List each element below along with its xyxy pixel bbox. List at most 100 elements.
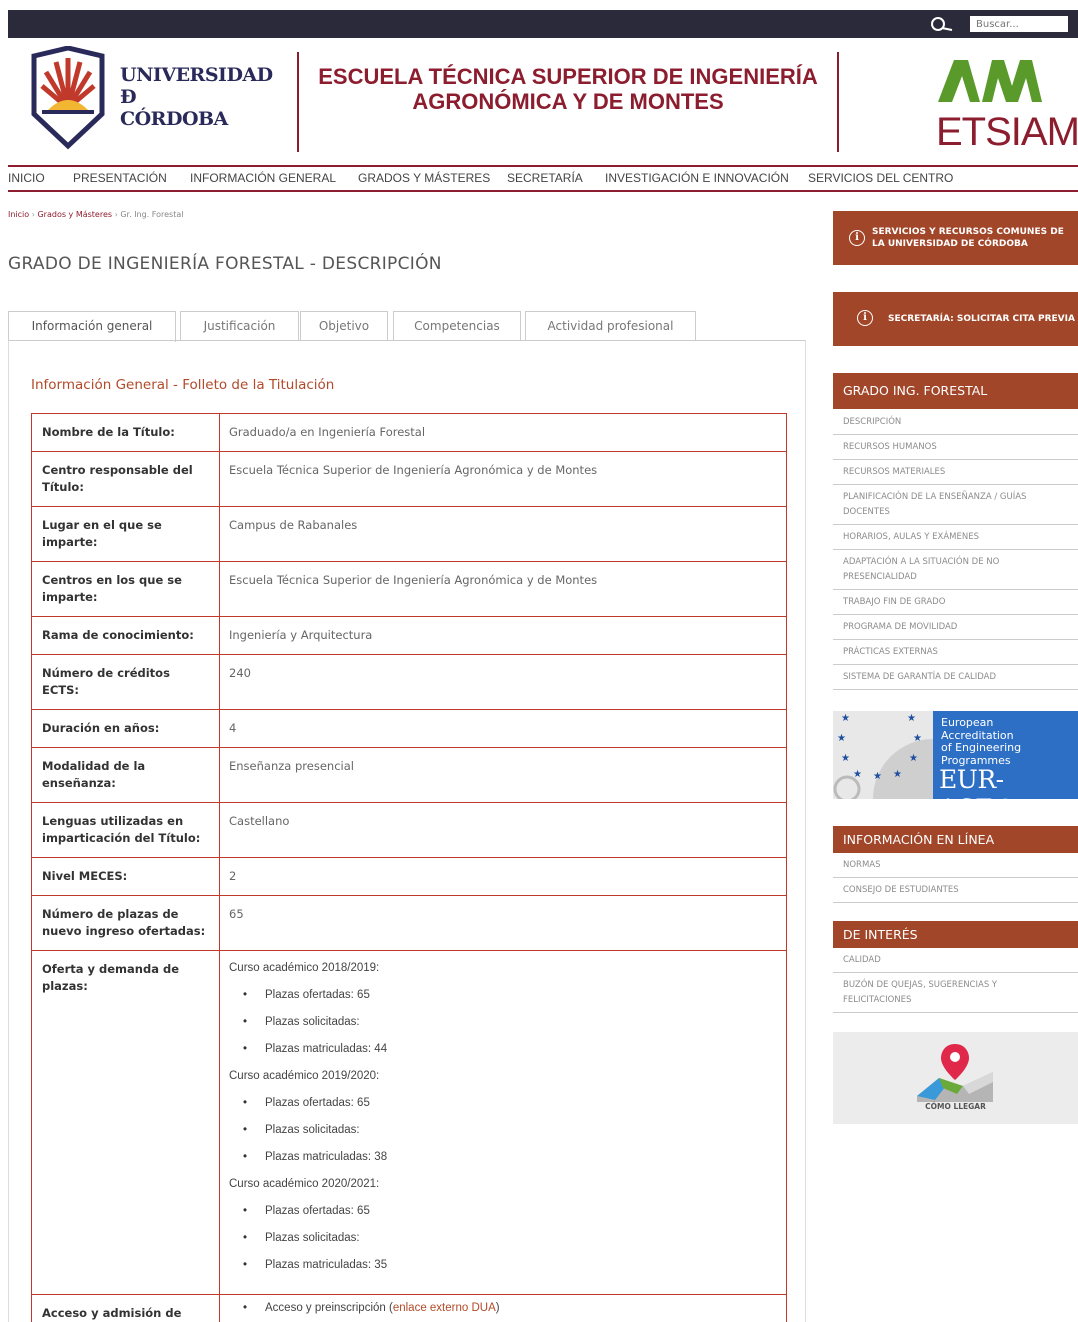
- sidebar-item-movilidad[interactable]: PROGRAMA DE MOVILIDAD: [833, 615, 1078, 640]
- uco-line-1: UNIVERSIDAD: [120, 64, 273, 86]
- curso-list: Plazas ofertadas: 65 Plazas solicitadas:…: [229, 1198, 777, 1279]
- tab-informacion-general[interactable]: Información general: [8, 311, 176, 342]
- dua-link[interactable]: enlace externo DUA: [393, 1302, 496, 1314]
- tab-actividad-profesional[interactable]: Actividad profesional: [525, 311, 696, 341]
- breadcrumb-separator: ›: [114, 210, 118, 219]
- servicios-comunes-button[interactable]: i SERVICIOS Y RECURSOS COMUNES DE LA UNI…: [833, 211, 1078, 265]
- info-icon: i: [857, 310, 873, 326]
- nav-inicio[interactable]: INICIO: [8, 171, 45, 185]
- table-row: Número de plazas de nuevo ingreso oferta…: [31, 895, 787, 951]
- como-llegar-banner[interactable]: CÓMO LLEGAR: [833, 1032, 1078, 1124]
- acceso-value: Acceso y preinscripción (enlace externo …: [219, 1294, 787, 1322]
- table-row: Centro responsable del Título: Escuela T…: [31, 451, 787, 507]
- list-item: Plazas ofertadas: 65: [229, 982, 777, 1009]
- table-row: Nivel MECES: 2: [31, 857, 787, 896]
- eurace-caption: European Accreditation of Engineering Pr…: [941, 716, 1022, 767]
- curso-list: Plazas ofertadas: 65 Plazas solicitadas:…: [229, 982, 777, 1063]
- table-row: Acceso y admisión de Acceso y preinscrip…: [31, 1294, 787, 1322]
- list-item: Plazas solicitadas:: [229, 1225, 777, 1252]
- row-value: Castellano: [219, 802, 787, 858]
- university-name: UNIVERSIDAD Đ CÓRDOBA: [120, 64, 273, 130]
- table-row: Lenguas utilizadas en imparticación del …: [31, 802, 787, 858]
- table-row: Centros en los que se imparte: Escuela T…: [31, 561, 787, 617]
- sidebar-item-buzon[interactable]: BUZÓN DE QUEJAS, SUGERENCIAS Y FELICITAC…: [833, 973, 1078, 1013]
- row-label: Modalidad de la enseñanza:: [31, 747, 220, 803]
- row-value: 4: [219, 709, 787, 748]
- section-title[interactable]: Información General - Folleto de la Titu…: [31, 377, 334, 393]
- tab-competencias[interactable]: Competencias: [393, 311, 521, 341]
- sidebar-item-tfg[interactable]: TRABAJO FIN DE GRADO: [833, 590, 1078, 615]
- breadcrumb-grados[interactable]: Grados y Másteres: [37, 210, 112, 219]
- row-value: Graduado/a en Ingeniería Forestal: [219, 413, 787, 452]
- table-row: Duración en años: 4: [31, 709, 787, 748]
- curso-label: Curso académico 2018/2019:: [229, 962, 380, 974]
- acceso-list: Acceso y preinscripción (enlace externo …: [229, 1295, 777, 1322]
- tab-justificacion[interactable]: Justificación: [180, 311, 299, 341]
- row-value: Escuela Técnica Superior de Ingeniería A…: [219, 451, 787, 507]
- breadcrumb-separator: ›: [31, 210, 35, 219]
- table-row: Número de créditos ECTS: 240: [31, 654, 787, 710]
- breadcrumb-home[interactable]: Inicio: [8, 210, 29, 219]
- gear-stars-icon: ★ ★ ★ ★ ★ ★ ★ ★ ★: [833, 711, 933, 799]
- list-item: Plazas solicitadas:: [229, 1117, 777, 1144]
- row-value: 65: [219, 895, 787, 951]
- eurace-line: European: [941, 716, 994, 729]
- nav-investigacion[interactable]: INVESTIGACIÓN E INNOVACIÓN: [605, 171, 789, 185]
- svg-text:★: ★: [913, 733, 922, 744]
- curso-list: Plazas ofertadas: 65 Plazas solicitadas:…: [229, 1090, 777, 1171]
- list-item: Plazas ofertadas: 65: [229, 1090, 777, 1117]
- cita-previa-button[interactable]: i SECRETARÍA: SOLICITAR CITA PREVIA: [833, 292, 1078, 346]
- nav-informacion-general[interactable]: INFORMACIÓN GENERAL: [190, 171, 336, 185]
- grado-menu: DESCRIPCIÓN RECURSOS HUMANOS RECURSOS MA…: [833, 410, 1078, 690]
- sidebar-item-recursos-humanos[interactable]: RECURSOS HUMANOS: [833, 435, 1078, 460]
- row-value: Enseñanza presencial: [219, 747, 787, 803]
- search-input[interactable]: [970, 16, 1068, 32]
- nav-secretaria[interactable]: SECRETARÍA: [507, 171, 583, 185]
- school-title: ESCUELA TÉCNICA SUPERIOR DE INGENIERÍA A…: [318, 64, 818, 114]
- sidebar-item-adaptacion[interactable]: ADAPTACIÓN A LA SITUACIÓN DE NO PRESENCI…: [833, 550, 1078, 590]
- sidebar-item-descripcion[interactable]: DESCRIPCIÓN: [833, 410, 1078, 435]
- sidebar-item-normas[interactable]: NORMAS: [833, 853, 1078, 878]
- interes-heading: DE INTERÉS: [833, 921, 1078, 948]
- breadcrumb-current: Gr. Ing. Forestal: [120, 210, 184, 219]
- row-label: Acceso y admisión de: [31, 1294, 220, 1322]
- top-bar: [8, 10, 1078, 38]
- nav-servicios[interactable]: SERVICIOS DEL CENTRO: [808, 171, 953, 185]
- table-row: Rama de conocimiento: Ingeniería y Arqui…: [31, 616, 787, 655]
- eurace-banner[interactable]: ★ ★ ★ ★ ★ ★ ★ ★ ★ European Accreditation…: [833, 711, 1078, 799]
- eurace-line: of Engineering: [941, 741, 1022, 754]
- row-label: Número de créditos ECTS:: [31, 654, 220, 710]
- table-row: Modalidad de la enseñanza: Enseñanza pre…: [31, 747, 787, 803]
- nav-presentacion[interactable]: PRESENTACIÓN: [73, 171, 167, 185]
- site-header: UNIVERSIDAD Đ CÓRDOBA ESCUELA TÉCNICA SU…: [8, 38, 1078, 166]
- info-table: Nombre de la Título: Graduado/a en Ingen…: [31, 413, 787, 1322]
- oferta-value: Curso académico 2018/2019: Plazas oferta…: [219, 950, 787, 1295]
- sidebar-item-calidad[interactable]: CALIDAD: [833, 948, 1078, 973]
- row-label: Centros en los que se imparte:: [31, 561, 220, 617]
- grado-heading: GRADO ING. FORESTAL: [833, 373, 1078, 409]
- row-value: 240: [219, 654, 787, 710]
- search-icon[interactable]: [928, 14, 954, 34]
- row-value: Campus de Rabanales: [219, 506, 787, 562]
- sidebar-item-practicas[interactable]: PRÁCTICAS EXTERNAS: [833, 640, 1078, 665]
- info-icon: i: [849, 230, 865, 246]
- tab-content: Información General - Folleto de la Titu…: [8, 340, 806, 1322]
- list-item: Plazas ofertadas: 65: [229, 1198, 777, 1225]
- header-divider: [837, 52, 839, 152]
- svg-text:★: ★: [909, 753, 918, 764]
- breadcrumb: Inicio › Grados y Másteres › Gr. Ing. Fo…: [8, 210, 183, 219]
- sidebar-item-horarios[interactable]: HORARIOS, AULAS Y EXÁMENES: [833, 525, 1078, 550]
- svg-text:★: ★: [907, 713, 916, 724]
- row-value: Escuela Técnica Superior de Ingeniería A…: [219, 561, 787, 617]
- row-label: Duración en años:: [31, 709, 220, 748]
- sidebar-item-calidad-sistema[interactable]: SISTEMA DE GARANTÍA DE CALIDAD: [833, 665, 1078, 690]
- sidebar-item-consejo[interactable]: CONSEJO DE ESTUDIANTES: [833, 878, 1078, 903]
- row-label: Rama de conocimiento:: [31, 616, 220, 655]
- sidebar-item-recursos-materiales[interactable]: RECURSOS MATERIALES: [833, 460, 1078, 485]
- sidebar-item-planificacion[interactable]: PLANIFICACIÓN DE LA ENSEÑANZA / GUÍAS DO…: [833, 485, 1078, 525]
- curso-label: Curso académico 2020/2021:: [229, 1178, 380, 1190]
- eurace-logo-text: EUR-ACE®: [939, 765, 1018, 799]
- university-logo-icon[interactable]: [28, 46, 108, 150]
- tab-objetivo[interactable]: Objetivo: [300, 311, 388, 341]
- nav-grados-masteres[interactable]: GRADOS Y MÁSTERES: [358, 171, 490, 185]
